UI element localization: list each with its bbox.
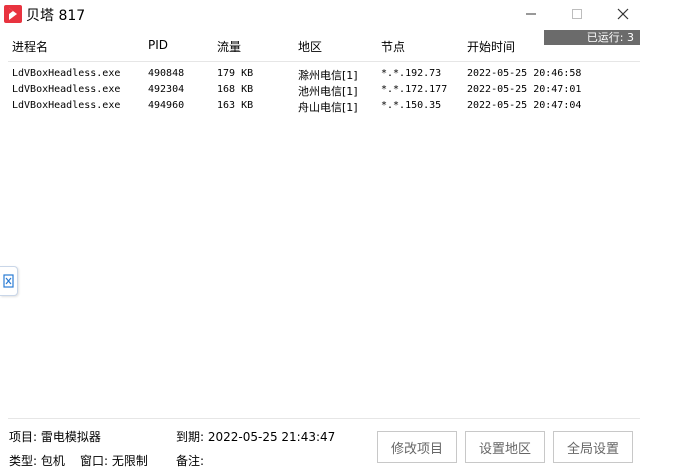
close-button[interactable] [600, 0, 646, 28]
pid-cell: 492304 [148, 84, 185, 95]
start-time-cell: 2022-05-25 20:46:58 [467, 68, 582, 79]
minimize-icon [526, 13, 536, 15]
column-header-traffic[interactable]: 流量 [217, 38, 241, 55]
traffic-cell: 179 KB [217, 68, 254, 79]
process-name-cell: LdVBoxHeadless.exe [12, 100, 121, 111]
column-header-start-time[interactable]: 开始时间 [467, 38, 515, 55]
main-window: 贝塔 817 已运行: 3 进程名 PID 流量 地区 节点 开始时间 LdVB… [0, 0, 678, 476]
traffic-cell: 168 KB [217, 84, 254, 95]
node-cell: *.*.192.73 [381, 68, 442, 79]
title-bar[interactable]: 贝塔 817 [0, 0, 678, 28]
app-icon [4, 5, 22, 23]
maximize-button[interactable] [554, 0, 600, 28]
window-title: 贝塔 817 [26, 8, 86, 24]
start-time-cell: 2022-05-25 20:47:01 [467, 84, 582, 95]
pid-cell: 494960 [148, 100, 185, 111]
edit-project-button[interactable]: 修改项目 [377, 431, 457, 463]
side-widget-button[interactable] [0, 266, 18, 296]
column-header-node[interactable]: 节点 [381, 38, 405, 55]
process-name-cell: LdVBoxHeadless.exe [12, 68, 121, 79]
header-divider [8, 61, 640, 62]
region-cell: 池州电信[1] [298, 85, 358, 98]
node-cell: *.*.150.35 [381, 100, 442, 111]
start-time-cell: 2022-05-25 20:47:04 [467, 100, 582, 111]
running-count-badge: 已运行: 3 [544, 30, 640, 45]
region-cell: 滁州电信[1] [298, 69, 358, 82]
global-settings-button[interactable]: 全局设置 [553, 431, 633, 463]
minimize-button[interactable] [508, 0, 554, 28]
side-widget-icon [2, 274, 14, 288]
node-cell: *.*.172.177 [381, 84, 448, 95]
window-mode-label: 窗口: 无限制 [80, 454, 148, 468]
region-cell: 舟山电信[1] [298, 101, 358, 114]
process-name-cell: LdVBoxHeadless.exe [12, 84, 121, 95]
column-header-region[interactable]: 地区 [298, 38, 322, 55]
note-label: 备注: [176, 454, 205, 468]
expire-label: 到期: 2022-05-25 21:43:47 [176, 430, 336, 444]
maximize-icon [572, 9, 582, 19]
traffic-cell: 163 KB [217, 100, 254, 111]
set-region-button[interactable]: 设置地区 [465, 431, 545, 463]
column-header-pid[interactable]: PID [148, 38, 168, 52]
type-label: 类型: 包机 [9, 454, 65, 468]
close-icon [617, 8, 629, 20]
pid-cell: 490848 [148, 68, 185, 79]
footer-divider [8, 418, 640, 419]
project-label: 项目: 雷电模拟器 [9, 430, 101, 444]
column-header-process[interactable]: 进程名 [12, 38, 48, 55]
